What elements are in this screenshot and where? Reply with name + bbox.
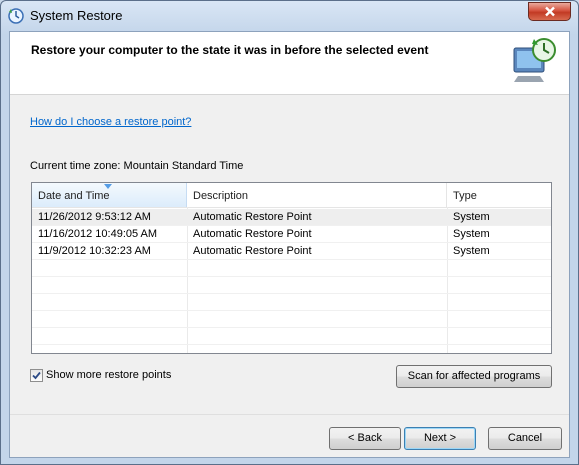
row-type: System — [453, 211, 490, 223]
column-header-description-label: Description — [193, 190, 249, 202]
scan-affected-programs-button[interactable]: Scan for affected programs — [396, 365, 552, 388]
close-icon — [544, 6, 555, 17]
page-title: Restore your computer to the state it wa… — [31, 43, 429, 57]
timezone-label: Current time zone: Mountain Standard Tim… — [30, 160, 244, 172]
table-row[interactable]: 11/26/2012 9:53:12 AM Automatic Restore … — [32, 209, 551, 226]
help-link[interactable]: How do I choose a restore point? — [30, 116, 191, 128]
row-date: 11/26/2012 9:53:12 AM — [38, 211, 151, 223]
column-header-type-label: Type — [453, 190, 477, 202]
checkbox-box[interactable] — [30, 369, 43, 382]
system-restore-window: System Restore Restore your computer to … — [0, 0, 579, 465]
row-description: Automatic Restore Point — [193, 211, 312, 223]
table-row[interactable]: 11/16/2012 10:49:05 AM Automatic Restore… — [32, 226, 551, 243]
title-bar[interactable]: System Restore — [1, 1, 578, 33]
row-type: System — [453, 245, 490, 257]
row-date: 11/9/2012 10:32:23 AM — [38, 245, 151, 257]
system-restore-icon — [7, 7, 25, 25]
column-header-description[interactable]: Description — [187, 183, 447, 207]
empty-row — [32, 294, 551, 311]
close-button[interactable] — [528, 2, 571, 21]
show-more-label: Show more restore points — [46, 369, 172, 381]
table-row[interactable]: 11/9/2012 10:32:23 AM Automatic Restore … — [32, 243, 551, 260]
empty-row — [32, 260, 551, 277]
divider — [10, 414, 569, 415]
empty-row — [32, 277, 551, 294]
restore-point-list[interactable]: Date and Time Description Type 11/26/201… — [31, 182, 552, 354]
row-description: Automatic Restore Point — [193, 228, 312, 240]
row-description: Automatic Restore Point — [193, 245, 312, 257]
column-header-date-label: Date and Time — [38, 190, 110, 202]
empty-row — [32, 311, 551, 328]
checkmark-icon — [32, 371, 41, 380]
back-button[interactable]: < Back — [329, 427, 401, 450]
sort-arrow-icon — [104, 184, 112, 189]
row-type: System — [453, 228, 490, 240]
column-header-date[interactable]: Date and Time — [32, 183, 187, 207]
window-title: System Restore — [30, 8, 123, 23]
next-button[interactable]: Next > — [404, 427, 476, 450]
column-header-type[interactable]: Type — [447, 183, 551, 207]
empty-row — [32, 328, 551, 345]
header-band: Restore your computer to the state it wa… — [10, 32, 569, 95]
row-date: 11/16/2012 10:49:05 AM — [38, 228, 158, 240]
list-header: Date and Time Description Type — [32, 183, 551, 208]
restore-computer-icon — [510, 36, 558, 84]
dialog-client: Restore your computer to the state it wa… — [9, 31, 570, 458]
cancel-button[interactable]: Cancel — [488, 427, 562, 450]
